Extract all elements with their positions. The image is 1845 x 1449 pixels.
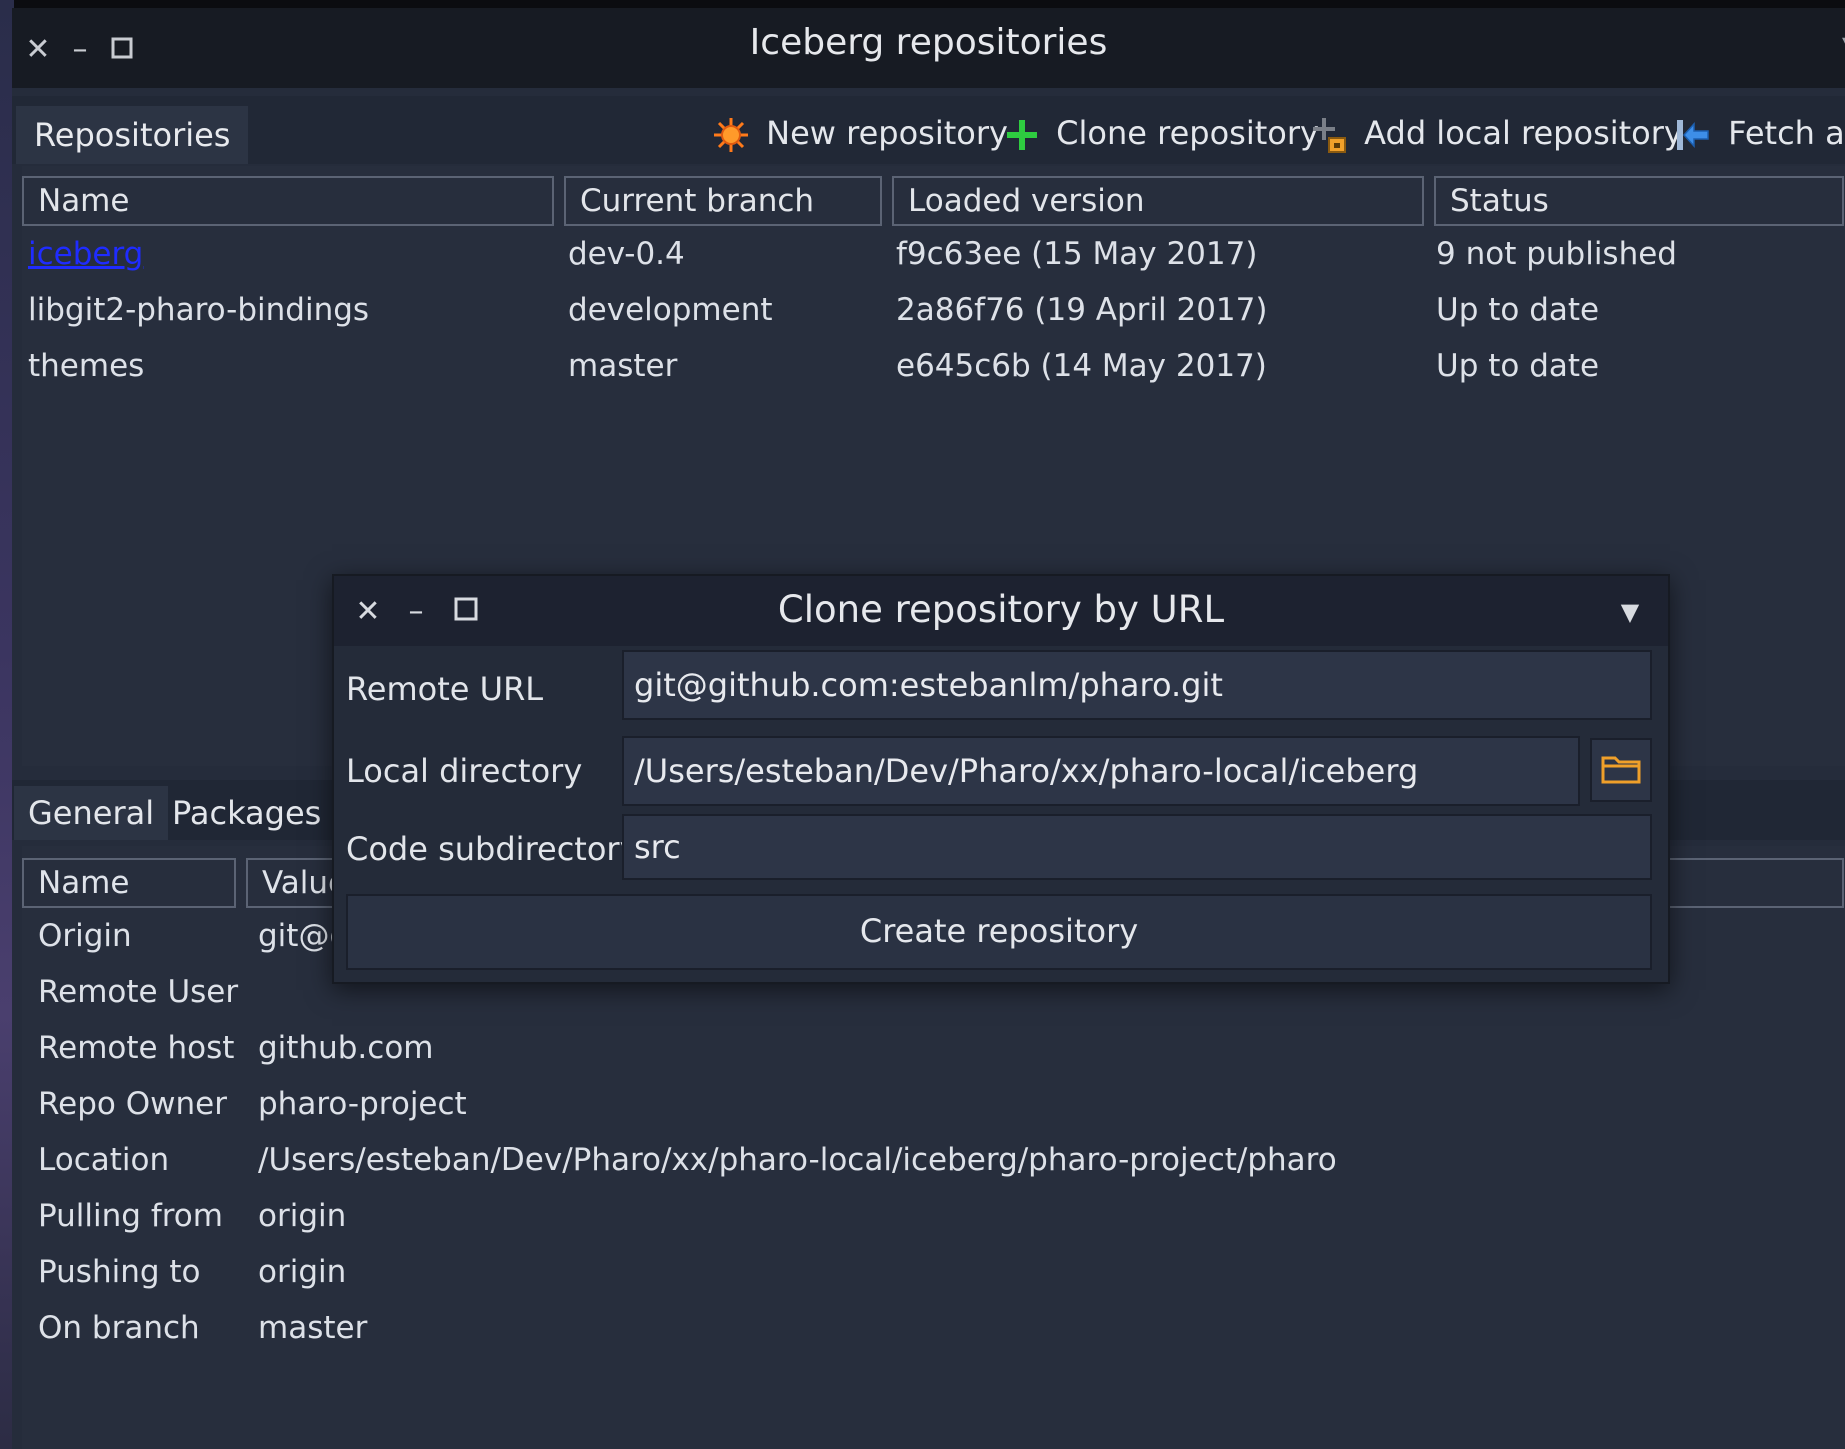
browse-folder-button[interactable] (1590, 738, 1652, 802)
detail-value: master (258, 1310, 368, 1346)
repository-version: e645c6b (14 May 2017) (896, 348, 1267, 384)
repository-name: themes (28, 348, 145, 384)
window-titlebar: ✕ – Iceberg repositories ▾ (12, 8, 1845, 88)
repository-status: 9 not published (1436, 236, 1677, 272)
fetch-icon (1674, 114, 1728, 152)
detail-label: Pulling from (38, 1198, 223, 1234)
detail-label: Location (38, 1142, 170, 1178)
clone-repository-button[interactable]: Clone repository (1004, 110, 1319, 156)
repository-status: Up to date (1436, 292, 1600, 328)
column-header-loaded-version[interactable]: Loaded version (892, 176, 1424, 226)
column-header-current-branch[interactable]: Current branch (564, 176, 882, 226)
detail-label: Remote host (38, 1030, 235, 1066)
dialog-title: Clone repository by URL (777, 588, 1225, 631)
add-local-repository-label: Add local repository (1364, 114, 1683, 152)
detail-label: Remote User (38, 974, 239, 1010)
column-header-status[interactable]: Status (1434, 176, 1844, 226)
fetch-all-label: Fetch all (1728, 114, 1845, 152)
remote-url-label: Remote URL (346, 670, 544, 708)
detail-value: origin (258, 1254, 347, 1290)
detail-value: origin (258, 1198, 347, 1234)
detail-label: Origin (38, 918, 132, 954)
detail-label: On branch (38, 1310, 200, 1346)
add-local-repository-button[interactable]: Add local repository (1312, 110, 1683, 156)
column-header-name[interactable]: Name (22, 176, 554, 226)
repository-name: libgit2-pharo-bindings (28, 292, 370, 328)
plus-icon (1004, 114, 1056, 152)
repository-branch: development (568, 292, 773, 328)
detail-value: github.com (258, 1030, 434, 1066)
column-header-name[interactable]: Name (22, 858, 236, 908)
fetch-all-button[interactable]: Fetch all (1674, 110, 1845, 156)
detail-label: Pushing to (38, 1254, 201, 1290)
tab-repositories[interactable]: Repositories (16, 106, 249, 164)
clone-repository-dialog: ✕ – Clone repository by URL ▼ Remote URL… (332, 574, 1670, 984)
remote-url-field[interactable] (622, 650, 1652, 720)
repositories-toolbar: Repositories New repository Clone reposi… (12, 96, 1845, 164)
detail-value: /Users/esteban/Dev/Pharo/xx/pharo-local/… (258, 1142, 1337, 1178)
repository-name-link[interactable]: iceberg (28, 236, 143, 272)
repository-version: 2a86f76 (19 April 2017) (896, 292, 1268, 328)
dialog-titlebar: ✕ – Clone repository by URL ▼ (334, 576, 1668, 646)
folder-icon (1601, 752, 1641, 788)
code-subdirectory-field[interactable] (622, 814, 1652, 880)
detail-value: pharo-project (258, 1086, 467, 1122)
detail-label: Repo Owner (38, 1086, 227, 1122)
tab-general[interactable]: General (14, 786, 169, 840)
clone-repository-label: Clone repository (1056, 114, 1319, 152)
repository-version: f9c63ee (15 May 2017) (896, 236, 1258, 272)
window-title: Iceberg repositories (749, 22, 1108, 63)
code-subdirectory-label: Code subdirectory (346, 830, 639, 868)
dialog-menu-icon[interactable]: ▼ (1610, 592, 1650, 632)
local-directory-label: Local directory (346, 752, 583, 790)
repository-branch: dev-0.4 (568, 236, 685, 272)
local-directory-field[interactable] (622, 736, 1580, 806)
create-repository-button[interactable]: Create repository (346, 894, 1652, 970)
tab-packages[interactable]: Packages (158, 786, 335, 840)
new-repository-label: New repository (766, 114, 1008, 152)
add-local-repository-icon (1312, 114, 1364, 153)
new-repository-button[interactable]: New repository (712, 110, 1008, 156)
new-repository-icon (712, 114, 766, 152)
repository-branch: master (568, 348, 678, 384)
repository-status: Up to date (1436, 348, 1600, 384)
